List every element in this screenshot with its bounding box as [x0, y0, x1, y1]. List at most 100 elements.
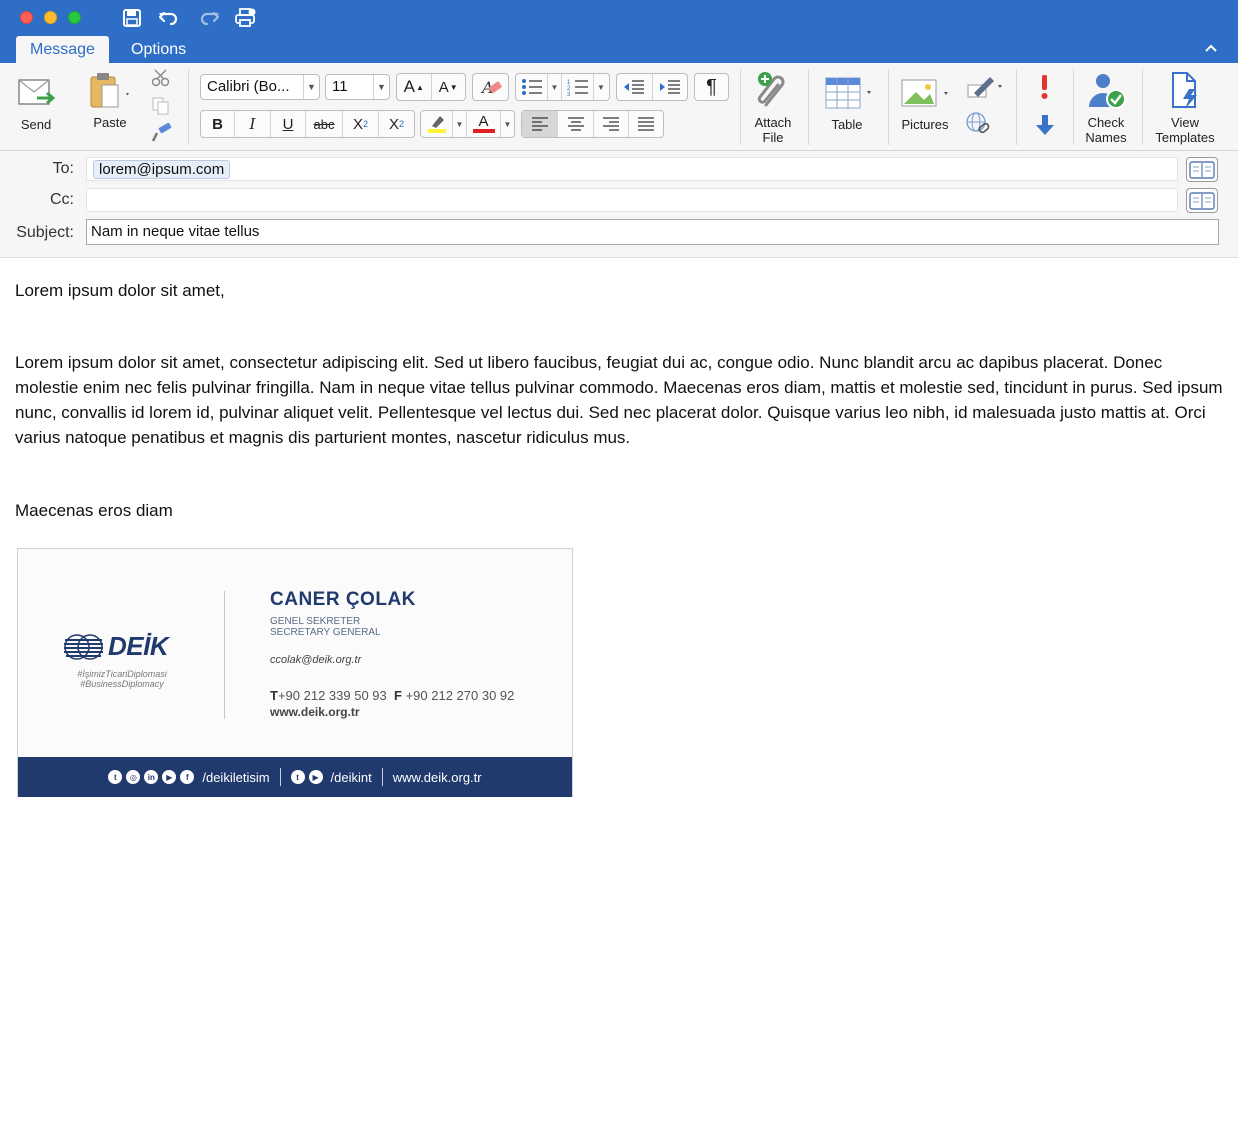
zoom-window-button[interactable]: [68, 11, 81, 24]
link-globe-icon[interactable]: [965, 111, 993, 140]
bullets-button[interactable]: [516, 74, 548, 100]
close-window-button[interactable]: [20, 11, 33, 24]
social-handle-2[interactable]: /deikint: [331, 770, 372, 785]
font-color-button[interactable]: A: [467, 111, 501, 137]
highlight-dropdown[interactable]: ▼: [453, 111, 467, 137]
align-right-icon: [603, 117, 619, 131]
strikethrough-button[interactable]: abc: [306, 111, 343, 137]
low-importance-icon[interactable]: [1034, 113, 1056, 140]
send-button[interactable]: Send: [14, 73, 58, 132]
redo-icon[interactable]: [197, 6, 221, 30]
twitter-icon[interactable]: t: [108, 770, 123, 784]
signature-website[interactable]: www.deik.org.tr: [270, 705, 360, 719]
list-group: ▼ 123 ▼: [515, 73, 610, 101]
twitter-icon[interactable]: t: [290, 770, 305, 784]
font-size-select[interactable]: 11 ▼: [325, 74, 390, 100]
chevron-down-icon: ▼: [455, 119, 464, 129]
save-icon[interactable]: [120, 6, 144, 30]
undo-icon[interactable]: [157, 6, 181, 30]
check-names-icon: [1086, 71, 1126, 111]
recipient-token[interactable]: lorem@ipsum.com: [93, 160, 231, 179]
svg-text:3: 3: [567, 92, 571, 96]
align-right-button[interactable]: [594, 111, 629, 137]
justify-icon: [638, 117, 654, 131]
picture-icon: [898, 73, 952, 113]
table-button[interactable]: Table: [818, 73, 876, 132]
view-templates-button[interactable]: View Templates: [1150, 71, 1220, 145]
attach-file-button[interactable]: Attach File: [748, 71, 798, 145]
tab-message[interactable]: Message: [16, 36, 109, 63]
font-grow-shrink-group: A ▲ A ▼: [396, 73, 466, 101]
italic-button[interactable]: I: [235, 111, 271, 137]
chevron-up-icon[interactable]: [1204, 40, 1218, 56]
address-book-button[interactable]: [1186, 157, 1218, 182]
font-color-swatch: [472, 129, 495, 133]
cc-field[interactable]: [86, 188, 1178, 212]
subscript-button[interactable]: X2: [343, 111, 379, 137]
underline-button[interactable]: U: [271, 111, 306, 137]
greeting-text: Lorem ipsum dolor sit amet,: [15, 281, 225, 300]
justify-button[interactable]: [629, 111, 663, 137]
social-handle-1[interactable]: /deikiletisim: [202, 770, 269, 785]
tab-options[interactable]: Options: [117, 36, 200, 63]
highlight-button[interactable]: [421, 111, 453, 137]
increase-indent-button[interactable]: [653, 74, 688, 100]
check-names-button[interactable]: Check Names: [1080, 71, 1132, 145]
ribbon-tabs: Message Options: [0, 36, 1238, 63]
font-name-select[interactable]: Calibri (Bo... ▼: [200, 74, 320, 100]
print-icon[interactable]: [234, 6, 258, 30]
title-bar: [0, 0, 1238, 36]
paste-icon: [88, 71, 132, 111]
to-field[interactable]: lorem@ipsum.com: [86, 157, 1178, 181]
youtube-icon[interactable]: ▶: [162, 770, 177, 784]
deik-logo: DEİK: [64, 631, 169, 662]
minimize-window-button[interactable]: [44, 11, 57, 24]
chevron-down-icon: ▼: [373, 75, 389, 99]
instagram-icon[interactable]: ◎: [126, 770, 141, 784]
cut-icon[interactable]: [151, 69, 171, 90]
align-center-icon: [567, 117, 584, 131]
grow-font-button[interactable]: A ▲: [397, 74, 432, 100]
align-left-button[interactable]: [522, 111, 558, 137]
chevron-down-icon: ▼: [303, 75, 319, 99]
pictures-button[interactable]: Pictures: [896, 73, 954, 132]
show-formatting-button[interactable]: ¶: [695, 74, 728, 100]
copy-icon[interactable]: [152, 97, 170, 118]
numbering-button[interactable]: 123: [562, 74, 594, 100]
shrink-font-button[interactable]: A ▼: [432, 74, 466, 100]
color-group: ▼ A ▼: [420, 110, 515, 138]
signature-email[interactable]: ccolak@deik.org.tr: [270, 654, 361, 666]
superscript-button[interactable]: X2: [379, 111, 414, 137]
footer-website[interactable]: www.deik.org.tr: [393, 770, 482, 785]
font-color-dropdown[interactable]: ▼: [501, 111, 514, 137]
logo-text: DEİK: [108, 631, 169, 661]
paste-button[interactable]: Paste: [86, 71, 134, 130]
align-left-icon: [531, 117, 548, 131]
linkedin-icon[interactable]: in: [144, 770, 159, 784]
indent-group: [616, 73, 688, 101]
bold-button[interactable]: B: [201, 111, 235, 137]
youtube-icon[interactable]: ▶: [308, 770, 323, 784]
signature-icon[interactable]: [966, 75, 1002, 102]
signature-phones: T+90 212 339 50 93 F +90 212 270 30 92: [270, 688, 515, 703]
signature-title-en: SECRETARY GENERAL: [270, 627, 381, 638]
address-book-button[interactable]: [1186, 188, 1218, 213]
address-book-icon: [1189, 160, 1215, 179]
clear-formatting-icon: A: [480, 78, 502, 97]
numbering-dropdown[interactable]: ▼: [594, 74, 608, 100]
subject-input[interactable]: Nam in neque vitae tellus: [86, 219, 1219, 245]
high-importance-icon[interactable]: [1035, 73, 1055, 104]
send-icon: [17, 73, 55, 113]
body-paragraph: Lorem ipsum dolor sit amet, consectetur …: [15, 353, 1223, 447]
hashtag-en: #BusinessDiplomacy: [80, 679, 164, 689]
ribbon: Send Paste Calibri (Bo... ▼ 11 ▼ A ▲ A ▼ A: [0, 63, 1238, 151]
clear-formatting-button[interactable]: A: [473, 74, 508, 100]
text-style-group: B I U abc X2 X2: [200, 110, 415, 138]
signoff-text: Maecenas eros diam: [15, 501, 173, 520]
font-name-value: Calibri (Bo...: [207, 78, 290, 95]
bullets-dropdown[interactable]: ▼: [548, 74, 562, 100]
facebook-icon[interactable]: f: [180, 770, 195, 784]
decrease-indent-button[interactable]: [617, 74, 653, 100]
align-center-button[interactable]: [558, 111, 594, 137]
format-painter-icon[interactable]: [151, 122, 173, 146]
